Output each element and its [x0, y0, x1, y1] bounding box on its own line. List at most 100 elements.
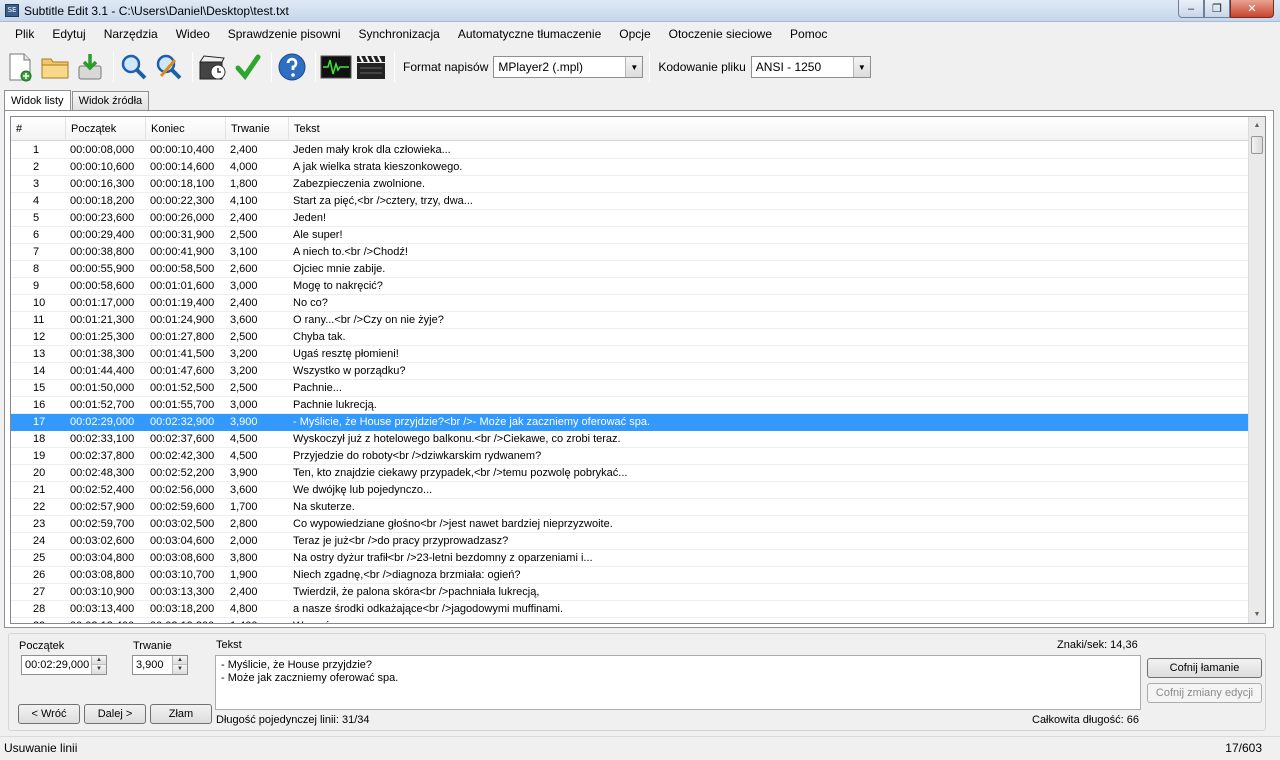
increment-icon[interactable]: ▲	[172, 656, 187, 665]
undo-edit-button[interactable]: Cofnij zmiany edycji	[1147, 683, 1262, 703]
decrement-icon[interactable]: ▼	[172, 665, 187, 674]
vertical-scrollbar[interactable]: ▲ ▼	[1248, 117, 1265, 623]
table-row[interactable]: 24 00:03:02,600 00:03:04,600 2,000 Teraz je …	[11, 533, 1249, 550]
table-row[interactable]: 23 00:02:59,700 00:03:02,500 2,800 Co wypowi…	[11, 516, 1249, 533]
table-row[interactable]: 3 00:00:16,300 00:00:18,100 1,800 Zabezpiecz…	[11, 176, 1249, 193]
encoding-select[interactable]: ANSI - 1250 ▼	[750, 56, 871, 78]
new-file-icon[interactable]	[4, 50, 36, 84]
row-duration: 2,500	[230, 331, 258, 343]
table-row[interactable]: 9 00:00:58,600 00:01:01,600 3,000 Mogę to na…	[11, 278, 1249, 295]
row-duration: 3,200	[230, 348, 258, 360]
table-row[interactable]: 11 00:01:21,300 00:01:24,900 3,600 O rany...…	[11, 312, 1249, 329]
table-row[interactable]: 26 00:03:08,800 00:03:10,700 1,900 Niech zga…	[11, 567, 1249, 584]
column-header-start[interactable]: Początek	[66, 117, 146, 141]
table-row[interactable]: 2900:03:18,40000:03:19,8001,400Wyrzuć.	[11, 618, 1249, 623]
row-start-time: 00:00:29,400	[70, 229, 135, 241]
row-number: 7	[33, 246, 40, 258]
visual-sync-icon[interactable]	[197, 50, 229, 84]
row-text: Ojciec mnie zabije.	[293, 263, 386, 275]
maximize-button[interactable]: ❐	[1204, 0, 1230, 18]
table-row[interactable]: 8 00:00:55,900 00:00:58,500 2,600 Ojciec mni…	[11, 261, 1249, 278]
tab-source-view[interactable]: Widok źródła	[71, 91, 150, 110]
table-row[interactable]: 22 00:02:57,900 00:02:59,600 1,700 Na skuter…	[11, 499, 1249, 516]
find-icon[interactable]	[118, 50, 150, 84]
table-row[interactable]: 18 00:02:33,100 00:02:37,600 4,500 Wyskoczył…	[11, 431, 1249, 448]
waveform-icon[interactable]	[320, 50, 352, 84]
table-row[interactable]: 6 00:00:29,400 00:00:31,900 2,500 Ale super!	[11, 227, 1249, 244]
row-start-time: 00:01:44,400	[70, 365, 135, 377]
row-start-time: 00:02:48,300	[70, 467, 135, 479]
menu-file[interactable]: Plik	[6, 22, 43, 47]
menu-auto-translate[interactable]: Automatyczne tłumaczenie	[449, 22, 610, 47]
table-row[interactable]: 10 00:01:17,000 00:01:19,400 2,400 No co?	[11, 295, 1249, 312]
row-duration: 2,400	[230, 212, 258, 224]
window-controls: – ❐ ✕	[1178, 0, 1274, 18]
row-text: Jeden mały krok dla człowieka...	[293, 144, 451, 156]
table-row[interactable]: 5 00:00:23,600 00:00:26,000 2,400 Jeden!	[11, 210, 1249, 227]
scroll-down-icon[interactable]: ▼	[1249, 606, 1265, 623]
subtitle-text-editor[interactable]: - Myślicie, że House przyjdzie? - Może j…	[215, 655, 1141, 710]
row-start-time: 00:02:37,800	[70, 450, 135, 462]
table-row[interactable]: 14 00:01:44,400 00:01:47,600 3,200 Wszystko …	[11, 363, 1249, 380]
scrollbar-thumb[interactable]	[1251, 136, 1263, 154]
start-time-input[interactable]: 00:02:29,000 ▲ ▼	[21, 655, 107, 675]
column-header-duration[interactable]: Trwanie	[226, 117, 289, 141]
row-start-time: 00:00:38,800	[70, 246, 135, 258]
save-download-icon[interactable]	[74, 50, 106, 84]
text-label: Tekst	[216, 639, 242, 651]
row-end-time: 00:02:37,600	[150, 433, 215, 445]
chevron-down-icon: ▼	[625, 57, 643, 77]
table-row[interactable]: 16 00:01:52,700 00:01:55,700 3,000 Pachnie l…	[11, 397, 1249, 414]
table-row[interactable]: 20 00:02:48,300 00:02:52,200 3,900 Ten, kto …	[11, 465, 1249, 482]
help-icon[interactable]	[276, 50, 308, 84]
spellcheck-check-icon[interactable]	[232, 50, 264, 84]
undo-break-button[interactable]: Cofnij łamanie	[1147, 658, 1262, 678]
row-end-time: 00:02:56,000	[150, 484, 215, 496]
table-row[interactable]: 1 00:00:08,000 00:00:10,400 2,400 Jeden mały…	[11, 142, 1249, 159]
break-line-button[interactable]: Złam	[150, 704, 212, 724]
row-number: 20	[33, 467, 46, 479]
subtitle-list[interactable]: # Początek Koniec Trwanie Tekst 1 00:00:0…	[10, 116, 1266, 624]
menu-video[interactable]: Wideo	[167, 22, 219, 47]
menu-help[interactable]: Pomoc	[781, 22, 836, 47]
menu-networking[interactable]: Otoczenie sieciowe	[660, 22, 781, 47]
row-number: 14	[33, 365, 46, 377]
toolbar-separator	[315, 52, 316, 82]
table-row[interactable]: 27 00:03:10,900 00:03:13,300 2,400 Twierdził…	[11, 584, 1249, 601]
video-clapper-icon[interactable]	[355, 50, 387, 84]
open-folder-icon[interactable]	[39, 50, 71, 84]
table-row[interactable]: 4 00:00:18,200 00:00:22,300 4,100 Start za p…	[11, 193, 1249, 210]
increment-icon[interactable]: ▲	[91, 656, 106, 665]
minimize-button[interactable]: –	[1178, 0, 1204, 18]
duration-input[interactable]: 3,900 ▲ ▼	[132, 655, 188, 675]
row-end-time: 00:03:02,500	[150, 518, 215, 530]
next-button[interactable]: Dalej >	[84, 704, 146, 724]
scroll-up-icon[interactable]: ▲	[1249, 117, 1265, 134]
menu-tools[interactable]: Narzędzia	[95, 22, 167, 47]
menu-synchronization[interactable]: Synchronizacja	[349, 22, 448, 47]
previous-button[interactable]: < Wróć	[18, 704, 80, 724]
table-row-selected[interactable]: 17 00:02:29,000 00:02:32,900 3,900 - Myślici…	[11, 414, 1249, 431]
menu-options[interactable]: Opcje	[610, 22, 659, 47]
table-row[interactable]: 15 00:01:50,000 00:01:52,500 2,500 Pachnie..…	[11, 380, 1249, 397]
row-duration: 1,800	[230, 178, 258, 190]
table-row[interactable]: 12 00:01:25,300 00:01:27,800 2,500 Chyba tak…	[11, 329, 1249, 346]
table-row[interactable]: 21 00:02:52,400 00:02:56,000 3,600 We dwójkę…	[11, 482, 1249, 499]
tab-list-view[interactable]: Widok listy	[4, 90, 71, 111]
replace-icon[interactable]	[153, 50, 185, 84]
menu-edit[interactable]: Edytuj	[43, 22, 94, 47]
table-row[interactable]: 25 00:03:04,800 00:03:08,600 3,800 Na ostry …	[11, 550, 1249, 567]
column-header-end[interactable]: Koniec	[146, 117, 226, 141]
column-header-text[interactable]: Tekst	[289, 117, 1249, 141]
close-button[interactable]: ✕	[1230, 0, 1274, 18]
table-row[interactable]: 19 00:02:37,800 00:02:42,300 4,500 Przyjedzi…	[11, 448, 1249, 465]
table-row[interactable]: 7 00:00:38,800 00:00:41,900 3,100 A niech to…	[11, 244, 1249, 261]
format-select[interactable]: MPlayer2 (.mpl) ▼	[493, 56, 644, 78]
column-header-number[interactable]: #	[11, 117, 66, 141]
table-row[interactable]: 2 00:00:10,600 00:00:14,600 4,000 A jak wiel…	[11, 159, 1249, 176]
table-row[interactable]: 13 00:01:38,300 00:01:41,500 3,200 Ugaś resz…	[11, 346, 1249, 363]
table-row[interactable]: 28 00:03:13,400 00:03:18,200 4,800 a nasze ś…	[11, 601, 1249, 618]
menu-spellcheck[interactable]: Sprawdzenie pisowni	[219, 22, 350, 47]
row-text: Teraz je już<br />do pracy przyprowadzas…	[293, 535, 509, 547]
decrement-icon[interactable]: ▼	[91, 665, 106, 674]
